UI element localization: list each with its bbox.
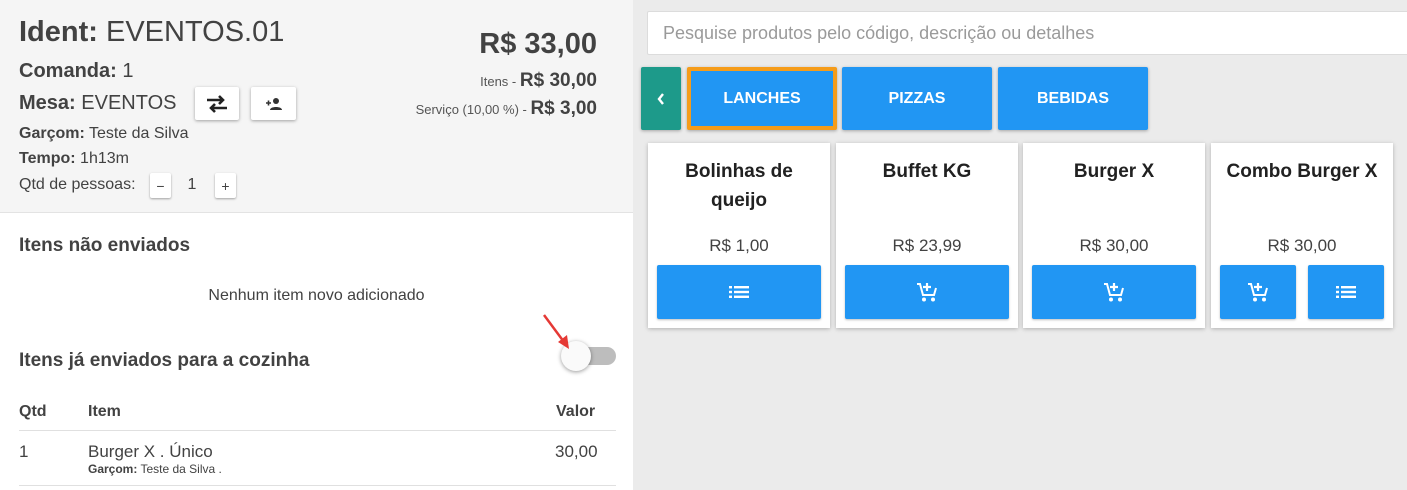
product-search-input[interactable] (647, 11, 1407, 55)
product-price: R$ 30,00 (1267, 236, 1337, 255)
product-card: Burger X R$ 30,00 (1023, 143, 1205, 328)
garcom: Garçom: Teste da Silva (19, 125, 189, 143)
row-qtd: 1 (19, 442, 29, 461)
servico-value: R$ 3,00 (530, 98, 597, 119)
garcom-value: Teste da Silva (88, 125, 189, 142)
chevron-left-icon (657, 92, 664, 105)
row-garcom: Garçom: Teste da Silva . (88, 462, 222, 476)
product-name: Bolinhas de queijo (685, 161, 793, 211)
garcom-label: Garçom: (19, 125, 85, 142)
ident-value: EVENTOS.01 (106, 16, 285, 48)
unsent-items-title: Itens não enviados (19, 235, 191, 256)
add-to-cart-icon (1104, 283, 1124, 302)
row-item: Burger X . Único (88, 442, 213, 461)
transfer-table-button[interactable] (195, 87, 239, 120)
product-price: R$ 1,00 (709, 236, 769, 255)
column-header-qtd: Qtd (19, 403, 47, 420)
tempo-label: Tempo: (19, 150, 76, 167)
comanda: Comanda: 1 (19, 60, 133, 83)
mesa: Mesa: EVENTOS (19, 92, 176, 115)
red-arrow-icon (542, 314, 569, 349)
category-bebidas[interactable]: BEBIDAS (998, 67, 1148, 130)
order-panel: Ident: EVENTOS.01 Comanda: 1 Mesa: EVENT… (0, 0, 633, 490)
add-to-cart-button[interactable] (1032, 265, 1196, 319)
add-person-button[interactable] (251, 87, 296, 120)
order-total: R$ 33,00 (479, 28, 597, 60)
category-pizzas[interactable]: PIZZAS (842, 67, 992, 130)
add-to-cart-button[interactable] (845, 265, 1009, 319)
product-card: Bolinhas de queijo R$ 1,00 (648, 143, 830, 328)
person-add-icon (265, 97, 282, 110)
add-to-cart-icon (917, 283, 937, 302)
categories-back-button[interactable] (641, 67, 681, 130)
product-price: R$ 30,00 (1079, 236, 1149, 255)
product-options-button[interactable] (657, 265, 821, 319)
swap-icon (207, 94, 227, 113)
tempo-value: 1h13m (80, 150, 129, 167)
column-header-item: Item (88, 403, 121, 420)
order-header: Ident: EVENTOS.01 Comanda: 1 Mesa: EVENT… (0, 0, 633, 213)
product-price: R$ 23,99 (892, 236, 962, 255)
product-options-button[interactable] (1308, 265, 1384, 319)
itens-subtotal: Itens - R$ 30,00 (480, 70, 597, 92)
add-to-cart-icon (1248, 283, 1268, 302)
mesa-label: Mesa: (19, 92, 76, 114)
table-divider (19, 485, 616, 486)
ident: Ident: EVENTOS.01 (19, 16, 284, 49)
category-lanches[interactable]: LANCHES (687, 67, 837, 130)
pessoas-value: 1 (187, 176, 197, 193)
pessoas-decrement-button[interactable]: − (150, 173, 171, 198)
sent-items-title: Itens já enviados para a cozinha (19, 350, 310, 371)
ident-label: Ident: (19, 16, 98, 48)
pessoas-increment-button[interactable]: + (215, 173, 236, 198)
column-header-valor: Valor (556, 403, 596, 420)
servico-subtotal: Serviço (10,00 %) - R$ 3,00 (416, 98, 597, 120)
servico-label: Serviço (10,00 %) - (415, 102, 531, 117)
list-icon (729, 286, 749, 298)
product-name: Buffet KG (882, 161, 972, 182)
comanda-label: Comanda: (19, 60, 117, 82)
tempo: Tempo: 1h13m (19, 150, 129, 168)
product-card: Buffet KG R$ 23,99 (836, 143, 1018, 328)
row-garcom-label: Garçom: (88, 462, 138, 476)
mesa-value: EVENTOS (81, 92, 177, 114)
comanda-value: 1 (122, 60, 134, 82)
itens-label: Itens - (480, 74, 520, 89)
list-icon (1336, 286, 1356, 298)
unsent-empty-message: Nenhum item novo adicionado (208, 287, 425, 304)
product-name: Combo Burger X (1226, 161, 1378, 182)
itens-value: R$ 30,00 (519, 70, 597, 91)
row-valor: 30,00 (555, 442, 598, 461)
add-to-cart-button[interactable] (1220, 265, 1296, 319)
pessoas-label: Qtd de pessoas: (19, 176, 136, 193)
row-garcom-value: Teste da Silva . (140, 462, 222, 476)
product-card: Combo Burger X R$ 30,00 (1211, 143, 1393, 328)
product-name: Burger X (1073, 161, 1155, 182)
table-divider (19, 430, 616, 431)
